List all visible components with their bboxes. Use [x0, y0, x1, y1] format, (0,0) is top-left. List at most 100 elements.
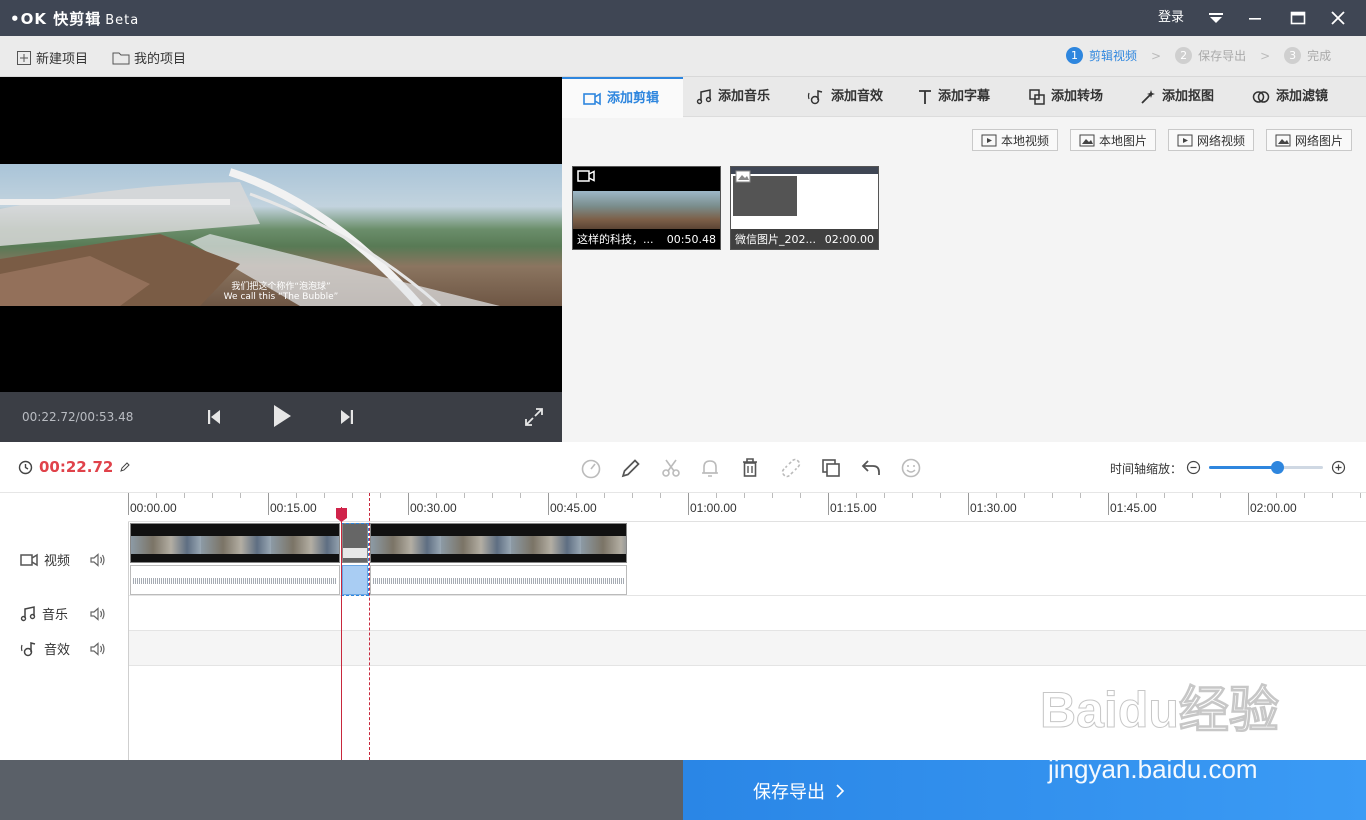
tab-add-sfx[interactable]: 添加音效: [807, 77, 883, 117]
zoom-out-button[interactable]: [1186, 460, 1201, 479]
media-item[interactable]: 微信图片_202... 02:00.00: [730, 166, 879, 250]
track-name: 视频: [44, 554, 71, 569]
alert-button[interactable]: [700, 457, 720, 483]
media-name: 这样的科技，...: [577, 233, 654, 246]
sound-effect-icon: [807, 90, 823, 105]
audio-clip[interactable]: [370, 565, 627, 595]
save-export-button[interactable]: 保存导出: [753, 778, 845, 804]
smiley-icon: [901, 458, 921, 478]
audio-clip[interactable]: [130, 565, 340, 595]
ruler-minor-tick: [576, 493, 577, 498]
track-name: 音乐: [42, 608, 69, 623]
playhead-line[interactable]: [341, 507, 342, 760]
copy-button[interactable]: [820, 457, 842, 483]
sound-effect-icon: [20, 641, 36, 656]
split-button[interactable]: [660, 457, 682, 483]
tab-add-subtitle[interactable]: 添加字幕: [918, 77, 990, 117]
media-item[interactable]: 这样的科技，... 00:50.48: [572, 166, 721, 250]
current-time-value: 00:22.72: [39, 458, 114, 476]
login-link[interactable]: 登录: [1158, 0, 1184, 36]
step-done[interactable]: 3 完成: [1284, 47, 1331, 64]
unlink-icon: [781, 458, 801, 478]
logo-mark: •OK: [10, 10, 47, 28]
my-projects-label: 我的项目: [134, 52, 187, 67]
next-frame-button[interactable]: [339, 408, 355, 430]
previous-frame-button[interactable]: [206, 408, 222, 430]
export-label: 保存导出: [753, 782, 825, 803]
volume-icon[interactable]: [90, 552, 106, 567]
undo-button[interactable]: [860, 457, 882, 483]
tab-add-transition[interactable]: 添加转场: [1029, 77, 1103, 117]
edit-pencil-icon[interactable]: [119, 461, 131, 473]
tab-add-clip[interactable]: 添加剪辑: [562, 77, 683, 118]
step-number: 3: [1284, 47, 1302, 64]
web-video-button[interactable]: 网络视频: [1168, 129, 1255, 151]
ruler-minor-tick: [1080, 493, 1081, 498]
scissors-icon: [662, 459, 680, 477]
playback-time: 00:22.72/00:53.48: [22, 410, 134, 424]
play-button[interactable]: [272, 404, 292, 432]
edit-button[interactable]: [620, 457, 642, 483]
unlink-button[interactable]: [780, 457, 802, 483]
local-video-button[interactable]: 本地视频: [972, 129, 1059, 151]
timeline-ruler[interactable]: 00:00.00 00:15.00 00:30.00 00:45.00 01:00.00…: [128, 493, 1366, 522]
export-bar[interactable]: 保存导出: [683, 760, 1366, 820]
ruler-minor-tick: [1332, 493, 1333, 498]
video-icon: [577, 170, 595, 182]
preview-frame: 我们把这个称作“泡泡球” We call this “The Bubble”: [0, 164, 562, 306]
tab-label: 添加抠图: [1162, 89, 1215, 104]
ruler-tick-label: 00:15.00: [270, 501, 317, 515]
menu-dropdown-button[interactable]: [1202, 0, 1230, 36]
zoom-slider[interactable]: [1209, 461, 1323, 474]
video-clip[interactable]: [370, 523, 627, 563]
close-icon: [1331, 10, 1345, 25]
ruler-tick: [688, 493, 689, 515]
ruler-minor-tick: [212, 493, 213, 498]
sticker-button[interactable]: [900, 457, 922, 483]
fullscreen-button[interactable]: [524, 407, 544, 431]
step-edit[interactable]: 1 剪辑视频: [1066, 47, 1137, 64]
playhead-handle-icon[interactable]: [335, 507, 348, 523]
maximize-icon: [1290, 11, 1306, 24]
step-export[interactable]: 2 保存导出: [1175, 47, 1246, 64]
zoom-slider-handle[interactable]: [1271, 461, 1285, 474]
new-project-button[interactable]: 新建项目: [16, 48, 88, 67]
bottom-bar: [0, 760, 683, 820]
web-image-button[interactable]: 网络图片: [1266, 129, 1353, 151]
zoom-in-icon: [1331, 460, 1346, 475]
tab-label: 添加转场: [1051, 89, 1104, 104]
ruler-minor-tick: [856, 493, 857, 498]
button-label: 网络视频: [1197, 133, 1246, 148]
audio-waveform: [373, 578, 624, 584]
tab-add-filter[interactable]: 添加滤镜: [1252, 77, 1328, 117]
video-clip[interactable]: [130, 523, 340, 563]
chevron-right-icon: >: [1260, 48, 1271, 63]
minimize-button[interactable]: [1241, 0, 1269, 36]
app-badge: Beta: [105, 13, 140, 28]
speed-button[interactable]: [580, 457, 602, 483]
transition-icon: [1029, 89, 1045, 105]
delete-button[interactable]: [740, 457, 760, 483]
tab-label: 添加音效: [831, 89, 884, 104]
local-image-button[interactable]: 本地图片: [1070, 129, 1157, 151]
clip-frames: [131, 536, 339, 554]
watermark-url: jingyan.baidu.com: [1048, 754, 1258, 784]
maximize-button[interactable]: [1284, 0, 1312, 36]
ruler-tick-label: 01:00.00: [690, 501, 737, 515]
step-label: 剪辑视频: [1089, 49, 1138, 63]
image-file-icon: [1275, 134, 1291, 146]
video-preview[interactable]: 我们把这个称作“泡泡球” We call this “The Bubble”: [0, 77, 562, 392]
folder-icon: [112, 52, 130, 64]
chevron-right-icon: >: [1151, 48, 1162, 63]
my-projects-button[interactable]: 我的项目: [112, 48, 186, 67]
ruler-tick-label: 01:45.00: [1110, 501, 1157, 515]
volume-icon[interactable]: [90, 641, 106, 656]
ruler-minor-tick: [520, 493, 521, 498]
volume-icon[interactable]: [90, 606, 106, 621]
close-button[interactable]: [1324, 0, 1352, 36]
tab-add-music[interactable]: 添加音乐: [696, 77, 770, 117]
zoom-in-button[interactable]: [1331, 460, 1346, 479]
ruler-minor-tick: [1220, 493, 1221, 498]
tab-add-cutout[interactable]: 添加抠图: [1140, 77, 1214, 117]
video-track-label: 视频: [20, 550, 110, 569]
